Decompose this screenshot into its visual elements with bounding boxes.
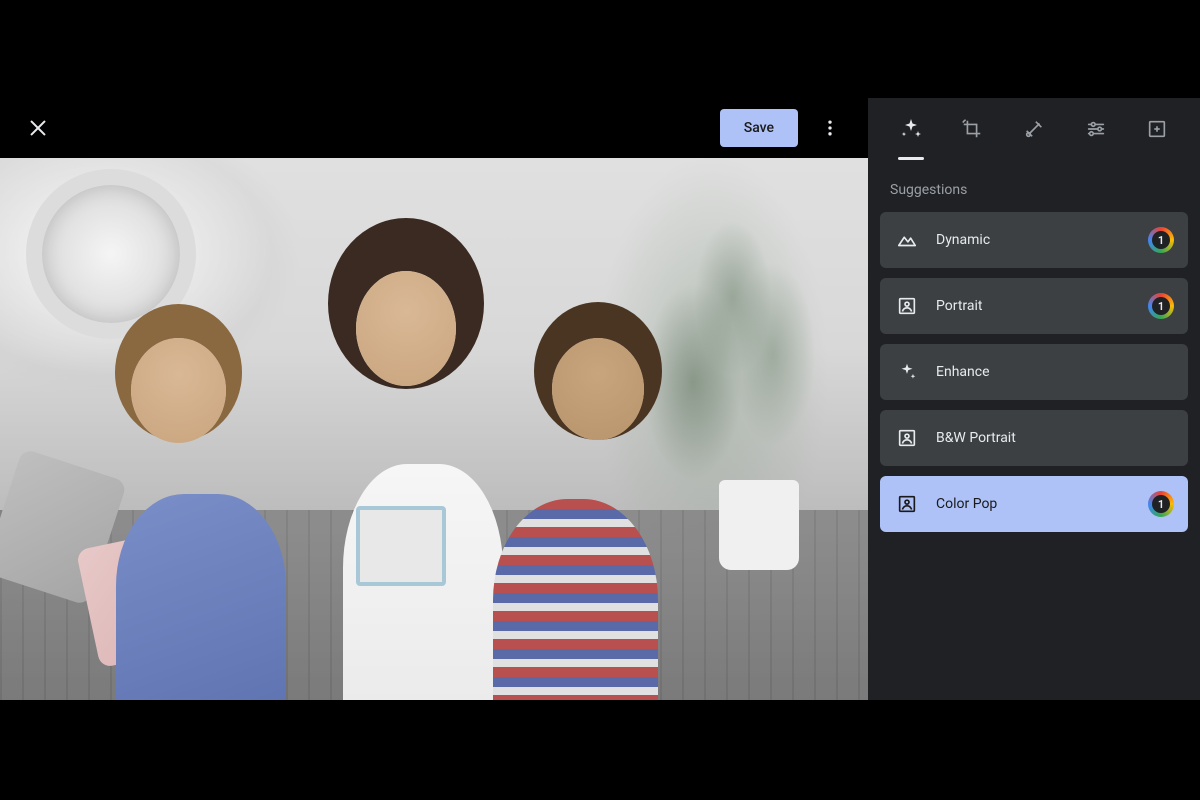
- tools-icon: [1023, 118, 1045, 140]
- portrait-frame-icon: [896, 493, 918, 515]
- suggestion-label: Dynamic: [936, 232, 1132, 248]
- suggestion-enhance[interactable]: Enhance: [880, 344, 1188, 400]
- top-right-controls: Save: [720, 108, 850, 148]
- tab-tools[interactable]: [1013, 108, 1055, 150]
- suggestion-portrait[interactable]: Portrait 1: [880, 278, 1188, 334]
- suggestion-label: B&W Portrait: [936, 430, 1172, 446]
- close-icon: [27, 117, 49, 139]
- editor-frame: Save: [0, 98, 1200, 700]
- section-title-suggestions: Suggestions: [868, 160, 1200, 212]
- sparkle-icon: [899, 117, 923, 141]
- photo-planter: [719, 480, 799, 570]
- suggestion-label: Enhance: [936, 364, 1172, 380]
- suggestion-color-pop[interactable]: Color Pop 1: [880, 476, 1188, 532]
- markup-icon: [1146, 118, 1168, 140]
- more-options-button[interactable]: [810, 108, 850, 148]
- photo-canvas[interactable]: [0, 158, 868, 700]
- google-one-badge: 1: [1150, 493, 1172, 515]
- portrait-frame-icon: [896, 295, 918, 317]
- suggestion-bw-portrait[interactable]: B&W Portrait: [880, 410, 1188, 466]
- suggestion-dynamic[interactable]: Dynamic 1: [880, 212, 1188, 268]
- edit-sidebar: Suggestions Dynamic 1 Portrait 1: [868, 98, 1200, 700]
- suggestion-label: Portrait: [936, 298, 1132, 314]
- landscape-icon: [896, 229, 918, 251]
- more-vertical-icon: [820, 118, 840, 138]
- top-bar: Save: [0, 98, 868, 158]
- tab-suggestions[interactable]: [890, 108, 932, 150]
- google-one-badge: 1: [1150, 295, 1172, 317]
- close-button[interactable]: [18, 108, 58, 148]
- main-area: Save: [0, 98, 868, 700]
- subject-right-child: [466, 223, 660, 700]
- portrait-frame-icon: [896, 427, 918, 449]
- crop-rotate-icon: [961, 118, 983, 140]
- google-one-badge: 1: [1150, 229, 1172, 251]
- photo-subjects: [122, 223, 660, 700]
- tab-crop[interactable]: [951, 108, 993, 150]
- tab-markup[interactable]: [1136, 108, 1178, 150]
- tab-adjust[interactable]: [1075, 108, 1117, 150]
- photo-plant: [633, 214, 833, 494]
- gift-box: [356, 506, 446, 586]
- suggestion-label: Color Pop: [936, 496, 1132, 512]
- sparkle-icon: [896, 361, 918, 383]
- sliders-icon: [1085, 118, 1107, 140]
- save-button[interactable]: Save: [720, 109, 798, 147]
- tool-tabs: [868, 98, 1200, 160]
- subject-center-adult: [272, 223, 487, 700]
- suggestion-list: Dynamic 1 Portrait 1 Enhance: [868, 212, 1200, 532]
